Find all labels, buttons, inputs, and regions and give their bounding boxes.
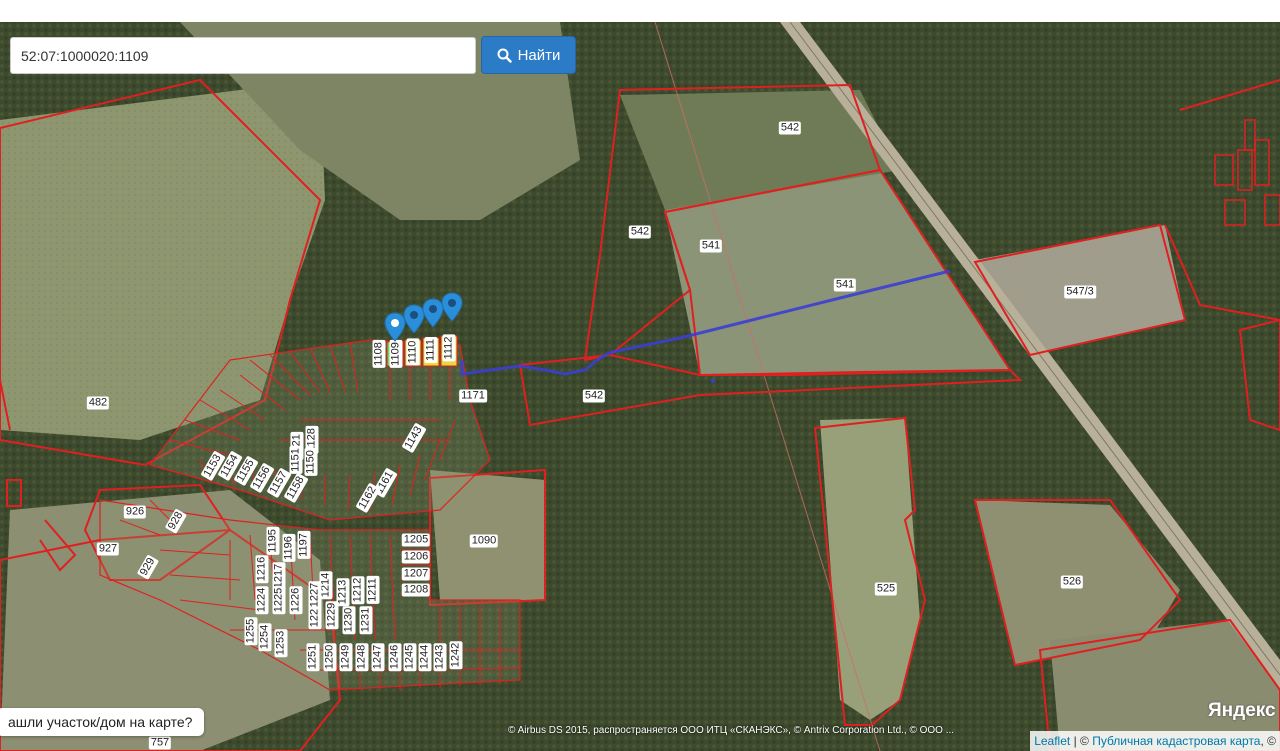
parcel-label[interactable]: 1245 xyxy=(403,642,417,672)
map-pin-icon xyxy=(441,292,463,322)
yandex-logo: Яндекс xyxy=(1208,700,1276,721)
map-attribution: Leaflet | © Публичная кадастровая карта … xyxy=(1030,731,1280,751)
imagery-copyright: © Airbus DS 2015, распространяется ООО И… xyxy=(508,725,955,736)
parcel-label[interactable]: 1230 xyxy=(342,605,356,635)
parcel-label[interactable]: 482 xyxy=(86,396,110,410)
parcel-label[interactable]: 927 xyxy=(96,542,120,556)
parcel-label[interactable]: 1242 xyxy=(449,640,463,670)
parcel-label[interactable]: 757 xyxy=(148,736,172,750)
parcel-label[interactable]: 926 xyxy=(123,505,147,519)
parcel-label[interactable]: 1255 xyxy=(244,616,258,646)
parcel-label[interactable]: 1205 xyxy=(401,533,431,547)
parcel-label[interactable]: 1224 xyxy=(255,585,269,615)
parcel-label[interactable]: 1248 xyxy=(355,642,369,672)
parcel-label[interactable]: 1227 xyxy=(308,580,322,610)
search-button-label: Найти xyxy=(517,46,561,64)
parcel-label[interactable]: 1216 xyxy=(255,554,269,584)
parcel-label[interactable]: 1246 xyxy=(388,642,402,672)
parcel-label[interactable]: 1249 xyxy=(339,642,353,672)
cadastral-search-input[interactable] xyxy=(10,37,476,74)
parcel-label[interactable]: 1226 xyxy=(289,585,303,615)
map-canvas[interactable]: 542 542 541 541 547/3 482 542 1171 926 928 927 929 1… xyxy=(0,22,1280,751)
parcel-label[interactable]: 542 xyxy=(628,225,652,239)
parcel-label[interactable]: 1211 xyxy=(366,576,380,604)
parcel-label[interactable]: 1253 xyxy=(274,628,288,658)
parcel-label[interactable]: 1150 xyxy=(304,448,318,476)
parcel-label[interactable]: 1250 xyxy=(323,642,337,672)
parcel-label[interactable]: 541 xyxy=(699,239,723,253)
parcel-label[interactable]: 1196 xyxy=(282,534,296,562)
parcel-label[interactable]: 1197 xyxy=(297,531,311,559)
search-button[interactable]: Найти xyxy=(481,36,576,74)
parcel-label[interactable]: 541 xyxy=(833,278,857,292)
parcel-label[interactable]: 1112 xyxy=(442,334,456,362)
parcel-label[interactable]: 542 xyxy=(582,389,606,403)
parcel-label[interactable]: 542 xyxy=(778,121,802,135)
parcel-label[interactable]: 1208 xyxy=(401,583,431,597)
found-parcel-prompt[interactable]: ашли участок/дом на карте? xyxy=(0,708,205,736)
parcel-label[interactable]: 1111 xyxy=(424,336,438,364)
parcel-label[interactable]: 1171 xyxy=(459,389,487,403)
parcel-label[interactable]: 1251 xyxy=(306,642,320,672)
parcel-label[interactable]: 526 xyxy=(1060,575,1084,589)
parcel-label[interactable]: 1254 xyxy=(258,622,272,652)
satellite-map xyxy=(0,22,1280,751)
parcel-label[interactable]: 1247 xyxy=(371,642,385,672)
parcel-label[interactable]: 1207 xyxy=(401,567,431,581)
parcel-label[interactable]: 1231 xyxy=(359,605,373,635)
parcel-label[interactable]: 1108 xyxy=(372,340,386,368)
parcel-label[interactable]: 1090 xyxy=(469,534,499,548)
parcel-label[interactable]: 1225 xyxy=(272,585,286,615)
parcel-label[interactable]: 547/3 xyxy=(1064,285,1096,299)
leaflet-link[interactable]: Leaflet xyxy=(1034,734,1070,748)
parcel-label[interactable]: 1195 xyxy=(266,527,280,555)
parcel-label[interactable]: 525 xyxy=(874,582,898,596)
parcel-label[interactable]: 1206 xyxy=(401,550,431,564)
parcel-label[interactable]: 1243 xyxy=(433,642,447,672)
magnifier-icon xyxy=(497,48,512,63)
parcel-label[interactable]: 1110 xyxy=(406,338,420,366)
parcel-label[interactable]: 1212 xyxy=(351,575,365,605)
parcel-label[interactable]: 1244 xyxy=(418,642,432,672)
parcel-label[interactable]: 1109 xyxy=(389,340,403,368)
parcel-label[interactable]: 1151 xyxy=(289,446,303,474)
parcel-label[interactable]: 1229 xyxy=(325,600,339,630)
pkk-link[interactable]: Публичная кадастровая карта xyxy=(1092,734,1260,748)
